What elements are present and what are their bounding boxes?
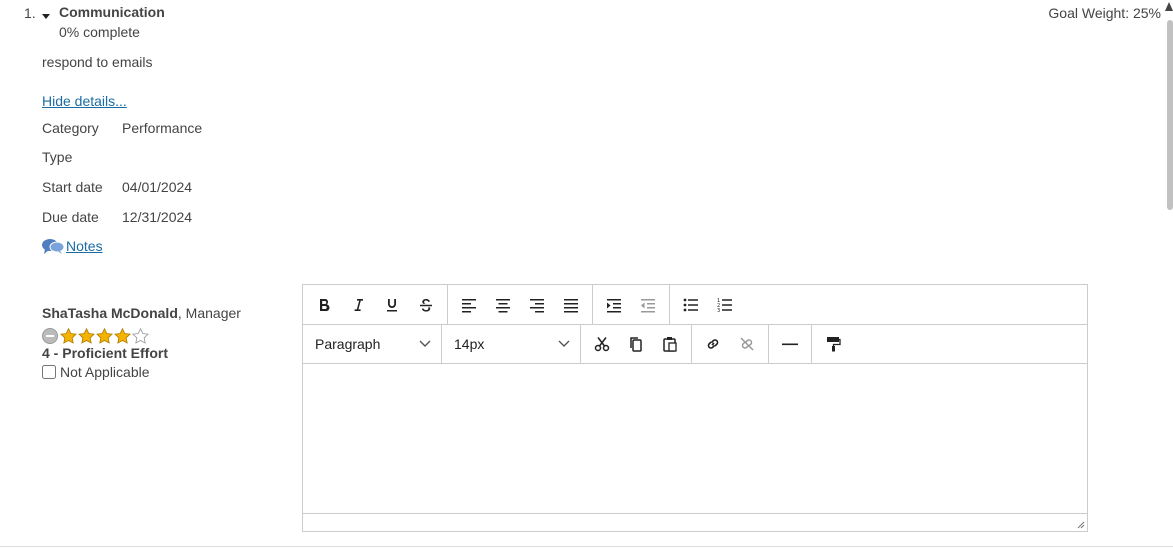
alignment-group	[448, 285, 593, 324]
unlink-icon	[740, 336, 754, 351]
svg-text:3: 3	[717, 308, 720, 313]
unlink-button[interactable]	[730, 329, 764, 359]
block-format-value: Paragraph	[315, 335, 381, 352]
page-scrollbar[interactable]	[1167, 20, 1173, 210]
align-right-button[interactable]	[520, 290, 554, 320]
star-filled-icon[interactable]	[114, 328, 131, 344]
align-justify-button[interactable]	[554, 290, 588, 320]
align-right-icon	[530, 298, 544, 312]
detail-label-category: Category	[42, 120, 99, 136]
numbered-list-button[interactable]: 123	[708, 290, 742, 320]
numbered-list-icon: 123	[717, 298, 732, 313]
horizontal-rule-icon	[782, 343, 798, 345]
notes-link[interactable]: Notes	[66, 238, 103, 254]
resize-handle-icon[interactable]	[1077, 521, 1085, 529]
align-left-icon	[462, 298, 476, 312]
strikethrough-button[interactable]	[409, 290, 443, 320]
underline-button[interactable]	[375, 290, 409, 320]
bullet-list-icon	[683, 298, 698, 311]
clipboard-group	[581, 324, 692, 363]
rich-text-editor: 123 Paragraph 14px	[302, 284, 1088, 532]
font-size-value: 14px	[454, 335, 485, 352]
strikethrough-icon	[420, 298, 432, 312]
indent-button[interactable]	[597, 290, 631, 320]
editor-content-area[interactable]	[303, 363, 1087, 515]
chevron-down-icon	[419, 340, 431, 347]
hide-details-link[interactable]: Hide details...	[42, 93, 127, 109]
bullet-list-button[interactable]	[674, 290, 708, 320]
scrollbar-thumb[interactable]	[1167, 20, 1173, 210]
goal-progress: 0% complete	[59, 24, 140, 40]
not-applicable-label: Not Applicable	[60, 364, 150, 380]
outdent-button[interactable]	[631, 290, 665, 320]
list-group: 123	[670, 285, 746, 324]
star-container	[60, 328, 149, 344]
clear-rating-icon[interactable]	[42, 328, 58, 344]
block-format-select[interactable]: Paragraph	[303, 324, 442, 363]
rating-label: 4 - Proficient Effort	[42, 345, 169, 361]
align-center-icon	[496, 298, 510, 312]
copy-icon	[630, 336, 642, 352]
not-applicable-checkbox[interactable]	[42, 365, 56, 379]
format-painter-icon	[827, 336, 841, 351]
detail-label-type: Type	[42, 149, 73, 165]
toolbar-row-2: Paragraph 14px	[303, 324, 1087, 364]
detail-value-start-date: 04/01/2024	[122, 179, 193, 195]
goal-title: Communication	[59, 4, 165, 20]
editor-statusbar	[303, 513, 1087, 531]
chevron-down-icon	[558, 340, 570, 347]
star-filled-icon[interactable]	[60, 328, 77, 344]
not-applicable-row: Not Applicable	[42, 364, 150, 380]
font-size-select[interactable]: 14px	[442, 324, 581, 363]
detail-value-category: Performance	[122, 120, 203, 136]
paste-icon	[663, 336, 677, 352]
star-filled-icon[interactable]	[78, 328, 95, 344]
rule-group	[769, 324, 812, 363]
reviewer-role: , Manager	[177, 305, 241, 321]
detail-label-due-date: Due date	[42, 209, 99, 225]
toolbar-row-1: 123	[303, 285, 1087, 325]
divider	[0, 546, 1173, 547]
italic-button[interactable]	[341, 290, 375, 320]
format-painter-button[interactable]	[816, 329, 850, 359]
text-style-group	[303, 285, 448, 324]
reviewer-name: ShaTasha McDonald	[42, 305, 178, 321]
link-group	[692, 324, 769, 363]
painter-group	[812, 324, 854, 363]
italic-icon	[354, 298, 363, 311]
align-left-button[interactable]	[452, 290, 486, 320]
cut-icon	[594, 336, 610, 351]
indent-icon	[607, 298, 621, 312]
paste-button[interactable]	[653, 329, 687, 359]
collapse-caret-icon[interactable]	[42, 14, 50, 19]
outdent-icon	[641, 298, 655, 312]
star-filled-icon[interactable]	[96, 328, 113, 344]
star-empty-icon[interactable]	[132, 328, 149, 344]
chat-bubbles-icon[interactable]	[41, 237, 65, 255]
horizontal-rule-button[interactable]	[773, 329, 807, 359]
goal-number: 1.	[24, 5, 36, 21]
goal-description: respond to emails	[42, 54, 153, 70]
underline-icon	[387, 298, 397, 311]
align-justify-icon	[564, 298, 578, 312]
link-button[interactable]	[696, 329, 730, 359]
detail-label-start-date: Start date	[42, 179, 103, 195]
bold-button[interactable]	[307, 290, 341, 320]
sort-arrow-icon	[1165, 2, 1173, 11]
indent-group	[593, 285, 670, 324]
star-rating[interactable]	[42, 327, 149, 345]
cut-button[interactable]	[585, 329, 619, 359]
reviewer-info: ShaTasha McDonald, Manager	[42, 305, 241, 321]
align-center-button[interactable]	[486, 290, 520, 320]
link-icon	[707, 338, 719, 349]
bold-icon	[320, 298, 330, 311]
copy-button[interactable]	[619, 329, 653, 359]
detail-value-due-date: 12/31/2024	[122, 209, 193, 225]
goal-weight: Goal Weight: 25%	[1048, 5, 1161, 21]
